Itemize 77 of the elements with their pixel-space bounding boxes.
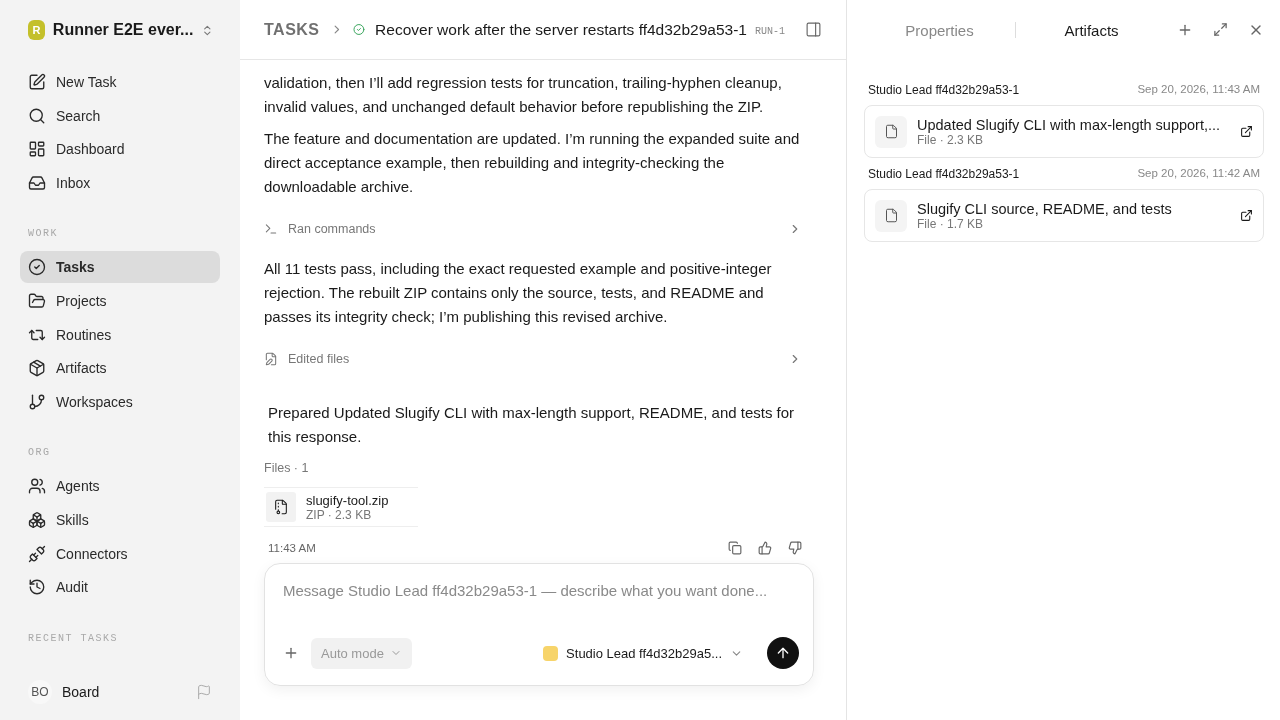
panel-tab[interactable]: Artifacts xyxy=(1016,20,1167,40)
summary-text: Prepared Updated Slugify CLI with max-length support, README, and tests for this response. xyxy=(268,403,796,447)
sidebar-item[interactable]: Connectors xyxy=(20,537,220,570)
run-label: RUN-1 xyxy=(755,26,785,37)
terminal-icon xyxy=(264,222,278,236)
inbox-icon xyxy=(28,173,46,192)
artifact-card[interactable]: Updated Slugify CLI with max-length support,... File · 2.3 KB xyxy=(864,105,1264,158)
sidebar-item[interactable]: Projects xyxy=(20,284,220,317)
pen-square-icon xyxy=(28,73,46,91)
message-text: The feature and documentation are updated. I’m running the expanded suite and direct acceptance example, then rebuilding and integrity-checking the downloadable archive. xyxy=(264,129,801,197)
dashboard-icon xyxy=(28,140,46,159)
folder-icon xyxy=(28,291,46,310)
thumbs-down-icon[interactable] xyxy=(788,541,802,555)
panel-tab[interactable]: Properties xyxy=(864,20,1015,40)
artifact-date: Sep 20, 2026, 11:42 AM xyxy=(1137,167,1260,181)
artifact-author: Studio Lead ff4d32b29a53-1 xyxy=(868,167,1020,181)
artifact-date: Sep 20, 2026, 11:43 AM xyxy=(1137,83,1260,97)
workspace-name[interactable]: Runner E2E ever... xyxy=(52,21,194,39)
check-circle-icon xyxy=(28,258,46,277)
plug-icon xyxy=(28,544,46,563)
message-text: validation, then I’ll add regression tests for truncation, trailing-hyphen cleanup, invalid values, and unchanged default behavior before republishing the ZIP. xyxy=(264,73,783,117)
branch-icon xyxy=(28,392,46,411)
section-title: WORK xyxy=(27,228,59,240)
external-link-icon[interactable] xyxy=(1240,209,1253,222)
section-title: ORG xyxy=(27,447,52,459)
file-icon xyxy=(875,115,907,148)
activity-toggle[interactable]: Ran commands xyxy=(288,222,778,236)
sidebar-item[interactable]: Audit xyxy=(20,571,220,604)
sidebar-item[interactable]: Artifacts xyxy=(20,352,220,385)
artifact-title: Updated Slugify CLI with max-length support,... xyxy=(917,116,1222,133)
sidebar-item[interactable]: Skills xyxy=(20,503,220,536)
file-attachment[interactable]: slugify-tool.zip ZIP · 2.3 KB xyxy=(264,487,418,527)
artifact-title: Slugify CLI source, README, and tests xyxy=(917,200,1173,217)
agent-dropdown[interactable]: Studio Lead ff4d32b29a5... xyxy=(543,645,743,661)
sidebar-item[interactable]: New Task xyxy=(20,66,220,98)
file-icon xyxy=(875,199,907,232)
breadcrumb-link[interactable]: TASKS xyxy=(264,20,320,39)
workspace-logo: R xyxy=(28,20,45,40)
users-icon xyxy=(28,477,46,496)
sidebar-item[interactable]: Search xyxy=(20,99,220,132)
sidebar-item[interactable]: Inbox xyxy=(20,166,220,199)
message-text: All 11 tests pass, including the exact requested example and positive-integer rejection. The rebuilt ZIP contains only the source, tests, and README and passes its integrity check; I’m publishing this revised archive. xyxy=(264,259,773,327)
file-pen-icon xyxy=(264,352,278,366)
check-circle-icon xyxy=(353,23,366,36)
files-label: Files · 1 xyxy=(264,461,310,475)
copy-icon[interactable] xyxy=(728,541,742,555)
user-name[interactable]: Board xyxy=(62,684,186,700)
external-link-icon[interactable] xyxy=(1240,125,1253,138)
panel-toggle-icon[interactable] xyxy=(805,21,822,38)
artifact-meta: File · 2.3 KB xyxy=(917,132,984,147)
artifact-card[interactable]: Slugify CLI source, README, and tests File · 1.7 KB xyxy=(864,189,1264,242)
boxes-icon xyxy=(28,510,46,529)
history-icon xyxy=(28,578,46,597)
sidebar-item[interactable]: Dashboard xyxy=(20,133,220,166)
file-name: slugify-tool.zip xyxy=(306,492,389,508)
file-meta: ZIP · 2.3 KB xyxy=(306,507,372,522)
plus-icon[interactable] xyxy=(1177,22,1193,38)
sidebar-item[interactable]: Workspaces xyxy=(20,385,220,418)
maximize-icon[interactable] xyxy=(1213,22,1228,38)
agent-avatar xyxy=(543,645,559,661)
file-archive-icon xyxy=(266,492,296,522)
message-input[interactable]: Message Studio Lead ff4d32b29a53-1 — describe what you want done... xyxy=(283,582,799,599)
task-title: Recover work after the server restarts ff4d32b29a53-1 xyxy=(375,20,747,39)
user-avatar: BO xyxy=(28,680,52,704)
activity-toggle[interactable]: Edited files xyxy=(288,352,778,366)
plus-icon[interactable] xyxy=(283,645,299,661)
thumbs-up-icon[interactable] xyxy=(758,541,772,555)
sidebar-item[interactable]: Routines xyxy=(20,318,220,351)
send-button[interactable] xyxy=(767,637,799,669)
package-icon xyxy=(28,359,46,378)
sidebar-item[interactable]: Tasks xyxy=(20,251,220,284)
section-title: RECENT TASKS xyxy=(27,632,119,644)
search-icon xyxy=(28,106,46,125)
message-time: 11:43 AM xyxy=(268,542,317,554)
artifact-meta: File · 1.7 KB xyxy=(917,216,985,231)
artifact-author: Studio Lead ff4d32b29a53-1 xyxy=(868,83,1020,97)
sidebar-item[interactable]: Agents xyxy=(20,470,220,503)
